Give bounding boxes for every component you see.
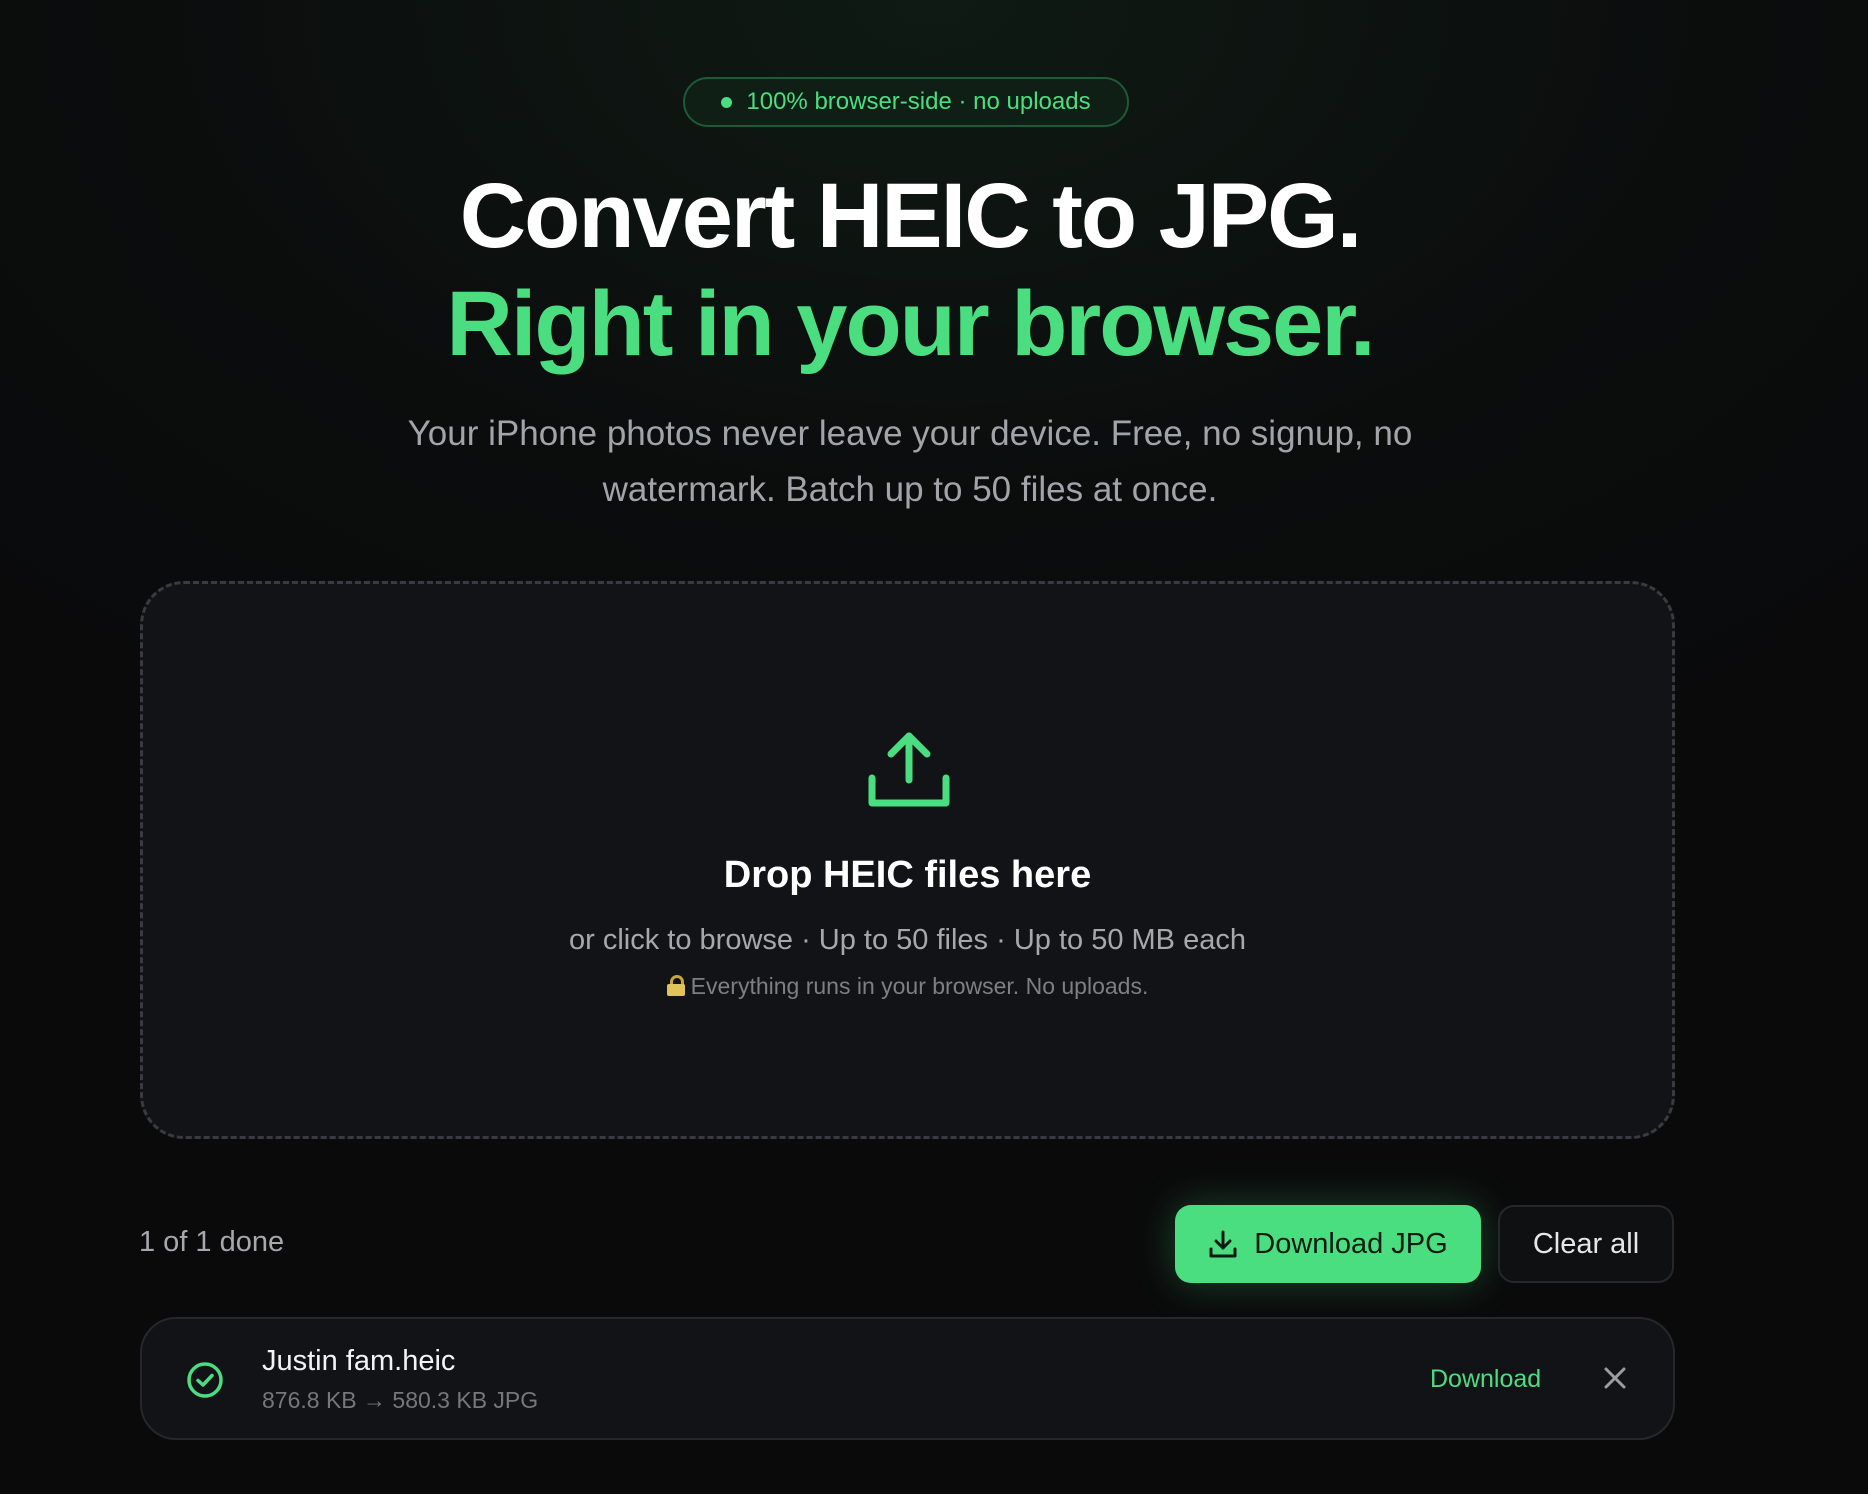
check-circle-icon [187, 1362, 223, 1398]
drop-zone-note: Everything runs in your browser. No uplo… [143, 973, 1672, 1000]
upload-icon [868, 732, 950, 807]
drop-zone-note-text: Everything runs in your browser. No uplo… [690, 973, 1149, 999]
lock-icon [666, 975, 685, 996]
drop-zone-hint: or click to browse · Up to 50 files · Up… [569, 924, 1246, 956]
privacy-badge: 100% browser-side · no uploads [683, 77, 1129, 127]
page-subtitle: Your iPhone photos never leave your devi… [407, 414, 1413, 509]
drop-zone-title: Drop HEIC files here [723, 854, 1092, 896]
download-icon [1209, 1230, 1237, 1258]
conversion-status: 1 of 1 done [139, 1226, 285, 1258]
clear-all-button[interactable]: Clear all [1498, 1205, 1674, 1283]
close-icon[interactable] [1600, 1363, 1630, 1393]
download-all-label: Download JPG [1254, 1227, 1448, 1260]
file-download-link[interactable]: Download [1430, 1365, 1541, 1394]
page-title-line1: Convert HEIC to JPG. [459, 165, 1363, 267]
file-size-info: 876.8 KB → 580.3 KB JPG [262, 1387, 539, 1413]
file-list-item: Justin fam.heic 876.8 KB → 580.3 KB JPG … [140, 1317, 1675, 1440]
download-all-button[interactable]: Download JPG [1175, 1205, 1481, 1283]
file-name: Justin fam.heic [262, 1345, 456, 1377]
status-dot-icon [721, 96, 733, 108]
page-title-line2: Right in your browser. [446, 273, 1375, 375]
file-drop-zone[interactable]: Drop HEIC files here or click to browse … [140, 581, 1675, 1139]
badge-text: 100% browser-side · no uploads [746, 88, 1091, 115]
